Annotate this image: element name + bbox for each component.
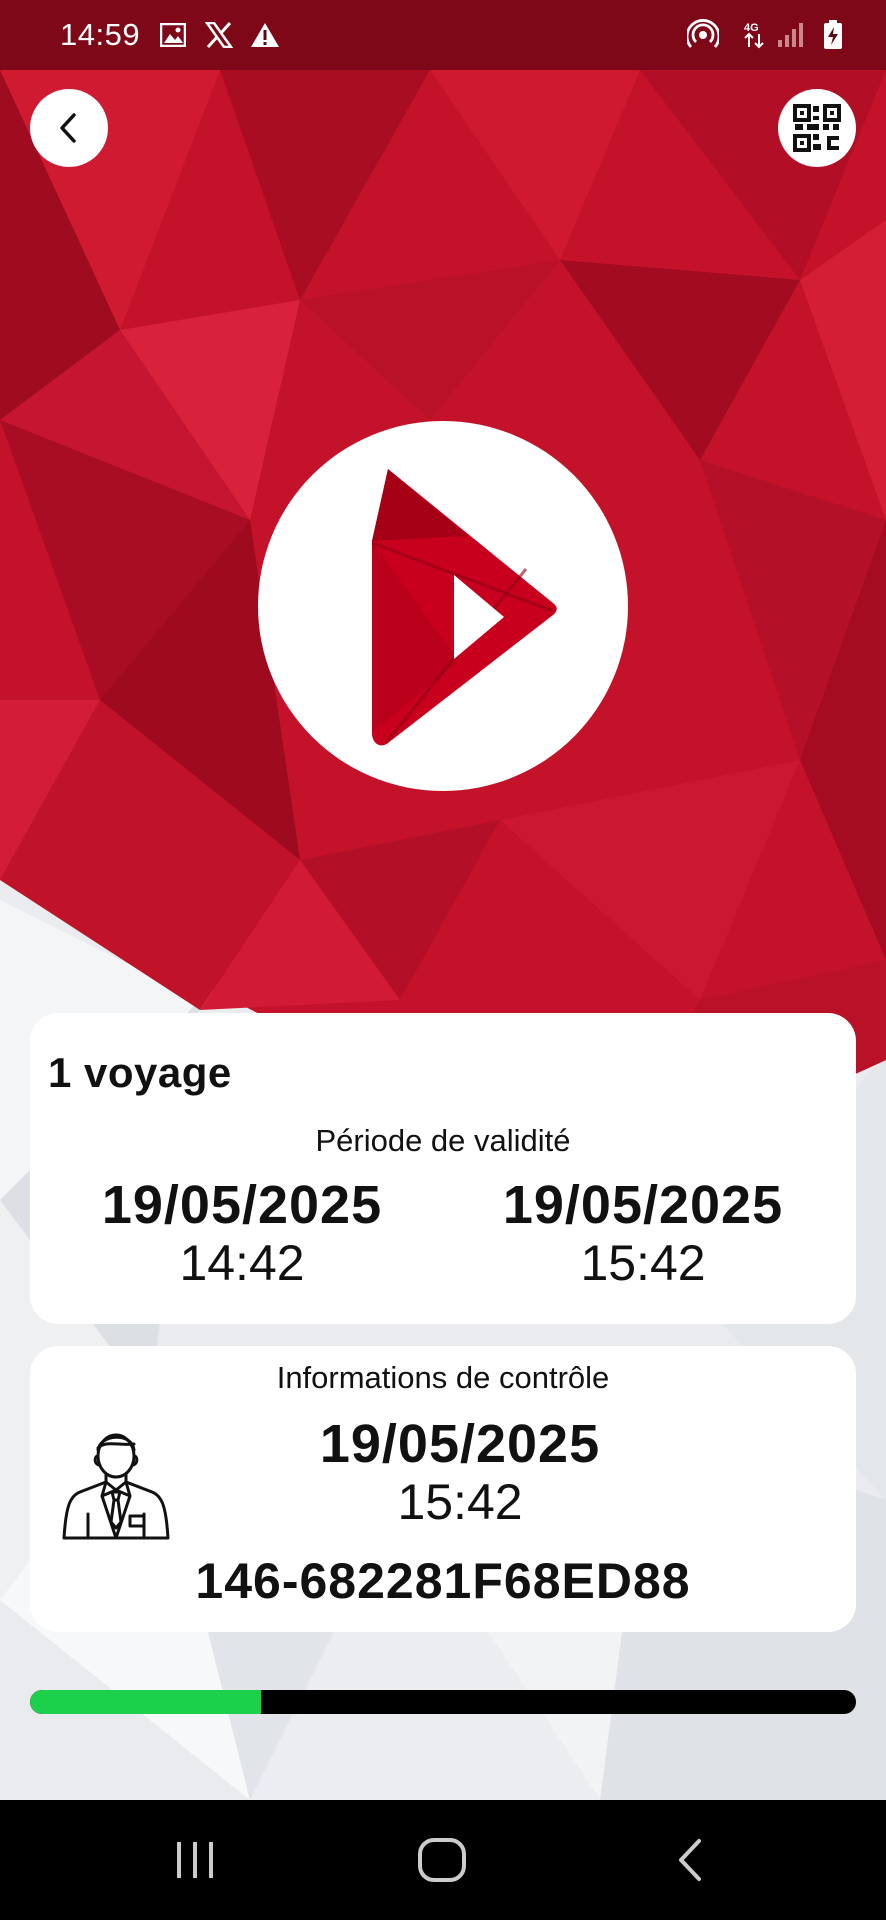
- status-bar: 14:59 4G: [0, 0, 886, 70]
- validity-start-date: 19/05/2025: [101, 1175, 383, 1235]
- qr-code-icon: [793, 104, 841, 152]
- system-nav-bar: [0, 1800, 886, 1920]
- validity-start-time: 14:42: [179, 1235, 305, 1291]
- control-datetime: 19/05/2025 15:42: [210, 1414, 710, 1530]
- control-date: 19/05/2025: [319, 1414, 601, 1474]
- gallery-icon: [156, 18, 190, 52]
- control-time: 15:42: [397, 1474, 523, 1530]
- ticket-inspector-icon: [62, 1433, 170, 1540]
- home-button[interactable]: [402, 1830, 482, 1890]
- recent-apps-icon: [177, 1842, 213, 1878]
- brand-logo: [258, 421, 628, 791]
- ticket-id: 146-682281F68ED88: [195, 1553, 691, 1609]
- home-icon: [418, 1838, 466, 1882]
- network-label: 4G: [744, 22, 759, 34]
- validity-progress-bar: [30, 1690, 856, 1714]
- ticket-validity-card: 1 voyage Période de validité 19/05/2025 …: [30, 1013, 856, 1324]
- back-button[interactable]: [30, 89, 108, 167]
- ticket-title: 1 voyage: [48, 1049, 232, 1096]
- validity-end-time: 15:42: [580, 1235, 706, 1291]
- chevron-left-icon: [60, 113, 76, 143]
- validity-label: Période de validité: [315, 1123, 571, 1158]
- x-logo-icon: [202, 18, 236, 52]
- signal-icon: [774, 18, 808, 52]
- play-logo-icon: [371, 469, 557, 746]
- warning-icon: [248, 18, 282, 52]
- back-icon: [679, 1839, 701, 1881]
- validity-end: 19/05/2025 15:42: [443, 1175, 843, 1291]
- qr-code-button[interactable]: [778, 89, 856, 167]
- battery-charging-icon: [816, 18, 850, 52]
- status-time: 14:59: [60, 17, 141, 52]
- ticket-screen: 14:59 4G 1 voyage Période de validité 19…: [0, 0, 886, 1800]
- validity-start: 19/05/2025 14:42: [42, 1175, 442, 1291]
- status-right-group: 4G: [666, 18, 850, 52]
- validity-end-date: 19/05/2025: [502, 1175, 784, 1235]
- recent-apps-button[interactable]: [155, 1830, 235, 1890]
- control-label: Informations de contrôle: [276, 1360, 610, 1395]
- hotspot-icon: [686, 18, 720, 52]
- validity-progress-fill: [30, 1690, 262, 1714]
- system-back-button[interactable]: [650, 1830, 730, 1890]
- 4g-icon: 4G: [740, 18, 770, 52]
- control-info-card: Informations de contrôle 19/05/2025 15:4…: [30, 1346, 856, 1632]
